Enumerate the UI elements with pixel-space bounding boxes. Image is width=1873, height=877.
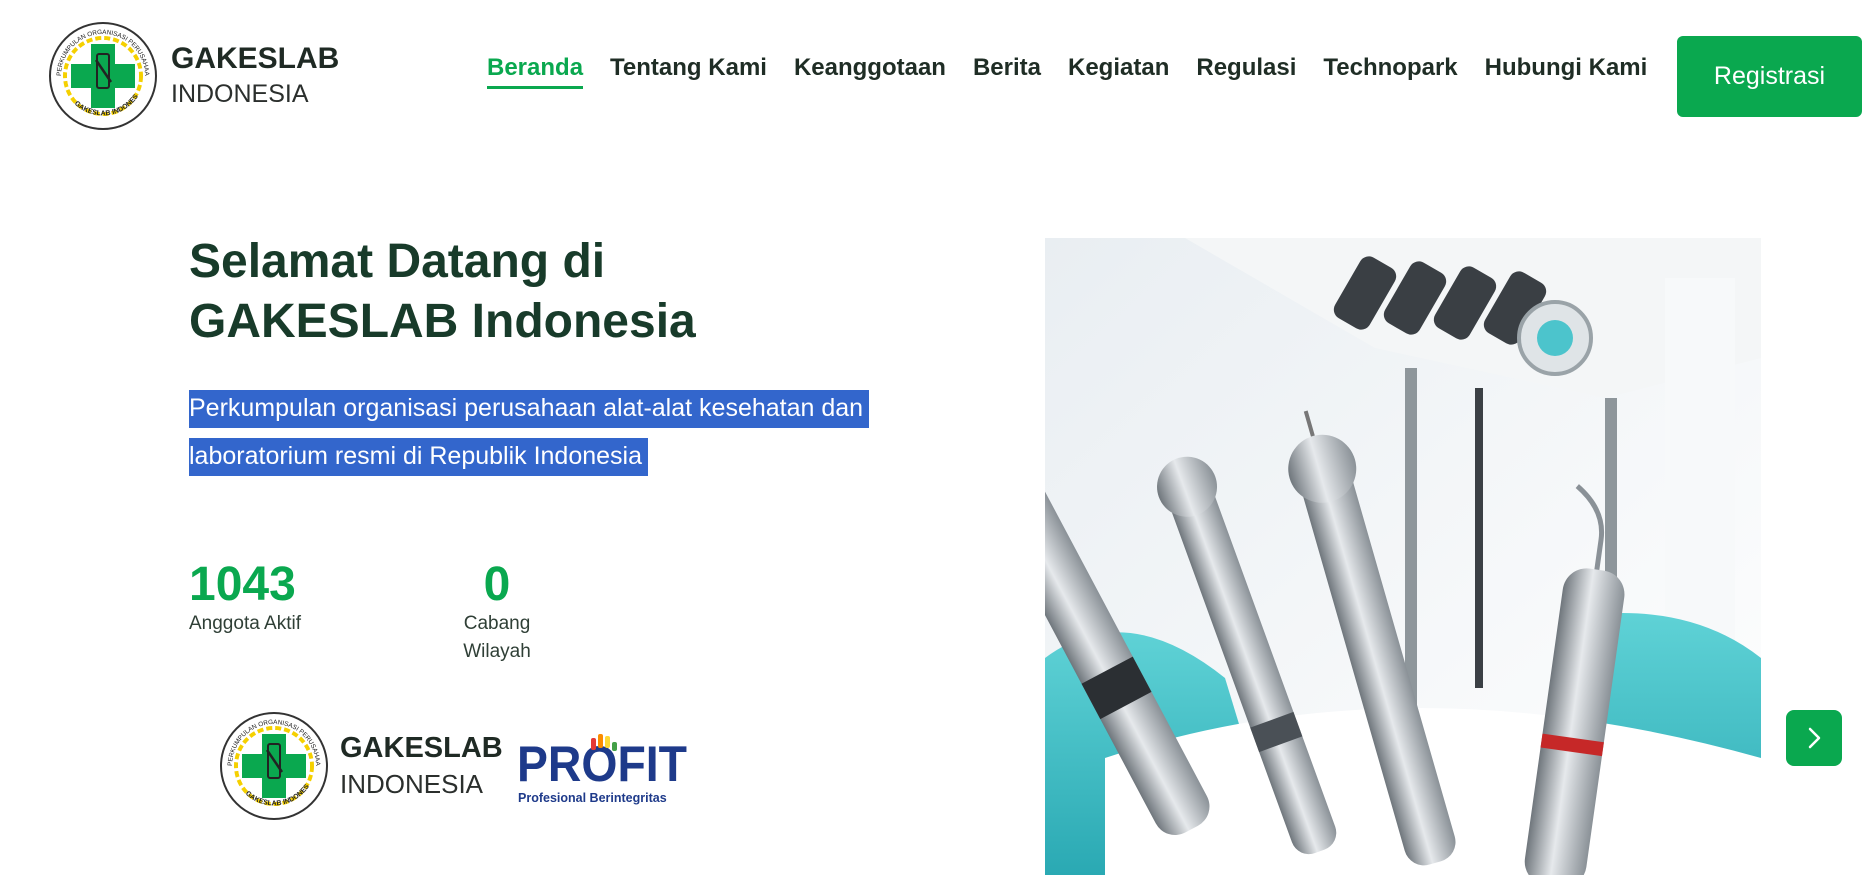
site-logo[interactable]: PERKUMPULAN ORGANISASI PERUSAHAAN ALAT-A… [47, 20, 339, 132]
partner-logos: PERKUMPULAN ORGANISASI PERUSAHAAN ALAT-A… [218, 710, 690, 822]
partner-subtitle: INDONESIA [340, 769, 484, 799]
carousel-next-button[interactable] [1786, 710, 1842, 766]
nav-item-technopark[interactable]: Technopark [1323, 54, 1457, 89]
hero-title: Selamat Datang di GAKESLAB Indonesia [189, 232, 749, 352]
register-button[interactable]: Registrasi [1677, 36, 1862, 117]
nav-item-tentang-kami[interactable]: Tentang Kami [610, 54, 767, 89]
hero-image [1045, 238, 1761, 875]
profit-tagline: Profesional Berintegritas [518, 791, 667, 805]
stat-regional-branches: 0 Cabang Wilayah [431, 560, 563, 666]
nav-item-hubungi-kami[interactable]: Hubungi Kami [1485, 54, 1648, 89]
dental-instruments-photo-icon [1045, 238, 1761, 875]
hero-title-line2: GAKESLAB Indonesia [189, 295, 696, 348]
chevron-right-icon [1808, 727, 1821, 749]
logo-subtitle: INDONESIA [171, 80, 309, 108]
profit-logo: PROFIT Profesional Berintegritas [517, 734, 687, 805]
nav-item-kegiatan[interactable]: Kegiatan [1068, 54, 1169, 89]
gakeslab-seal-icon: PERKUMPULAN ORGANISASI PERUSAHAAN ALAT-A… [47, 20, 157, 130]
stat-value: 0 [483, 558, 511, 611]
nav-item-regulasi[interactable]: Regulasi [1196, 54, 1296, 89]
stat-active-members: 1043 Anggota Aktif [189, 560, 301, 638]
hero-description-line1: Perkumpulan organisasi perusahaan alat-a… [189, 390, 870, 428]
stat-label: Anggota Aktif [189, 613, 301, 634]
logo-name: GAKESLAB [171, 42, 340, 75]
hero-description: Perkumpulan organisasi perusahaan alat-a… [189, 384, 879, 480]
hero-description-line2: laboratorium resmi di Republik Indonesia [189, 438, 649, 476]
nav-item-berita[interactable]: Berita [973, 54, 1041, 89]
hero-title-line1: Selamat Datang di [189, 235, 606, 288]
partner-name: GAKESLAB [340, 732, 503, 764]
nav-item-keanggotaan[interactable]: Keanggotaan [794, 54, 946, 89]
main-nav: Beranda Tentang Kami Keanggotaan Berita … [487, 54, 1674, 89]
stat-label: Cabang Wilayah [463, 613, 531, 662]
nav-item-beranda[interactable]: Beranda [487, 54, 584, 89]
gakeslab-seal-icon: PERKUMPULAN ORGANISASI PERUSAHAAN ALAT-A… [218, 710, 328, 820]
stat-value: 1043 [189, 558, 296, 611]
site-header: PERKUMPULAN ORGANISASI PERUSAHAAN ALAT-A… [0, 0, 1873, 150]
